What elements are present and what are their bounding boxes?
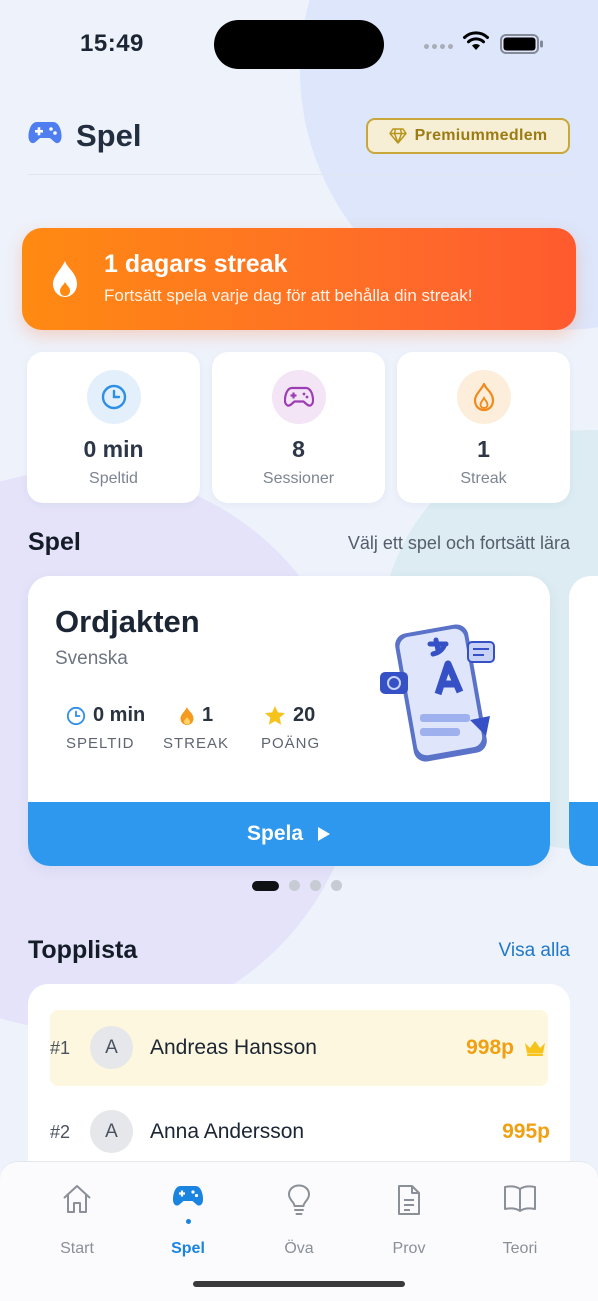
game-stat-points: 20 POÄNG: [261, 704, 320, 752]
page-title: Spel: [76, 118, 142, 153]
game-stat-value: 20: [293, 704, 316, 726]
pager-dot-active[interactable]: [252, 880, 279, 891]
pager-dot[interactable]: [289, 880, 300, 891]
leaderboard-name: Anna Andersson: [150, 1120, 305, 1143]
crown-icon: [525, 1041, 545, 1056]
leaderboard-points: 998p: [466, 1036, 514, 1059]
active-indicator: [186, 1219, 191, 1224]
tab-teori[interactable]: Teori: [475, 1184, 565, 1258]
flame-icon: [180, 706, 194, 725]
stat-value: 0 min: [83, 436, 144, 462]
pager-dot[interactable]: [331, 880, 342, 891]
gamepad-icon: [272, 370, 326, 424]
game-stat-value: 1: [202, 704, 214, 726]
leaderboard-row[interactable]: #2 A Anna Andersson 995p: [50, 1094, 550, 1170]
clock-icon: [66, 706, 86, 725]
signal-icon: [424, 44, 454, 50]
stat-label: Streak: [460, 470, 507, 487]
game-stat-label: SPELTID: [66, 735, 135, 752]
wifi-icon: [463, 31, 489, 50]
flame-icon: [53, 261, 77, 297]
gamepad-icon: [172, 1186, 204, 1206]
leaderboard-title: Topplista: [28, 936, 138, 964]
tab-label: Teori: [502, 1240, 538, 1257]
stat-card-streak: 1 Streak: [397, 352, 570, 503]
clock-icon: [87, 370, 141, 424]
status-bar: 15:49: [0, 0, 598, 90]
star-icon: [265, 706, 285, 725]
play-button[interactable]: Spela: [28, 802, 550, 866]
diamond-icon: [388, 128, 407, 144]
stat-value: 1: [477, 436, 490, 462]
home-indicator: [193, 1281, 405, 1287]
avatar: A: [90, 1026, 133, 1069]
game-stat-playtime: 0 min SPELTID: [66, 704, 145, 752]
pager-dot[interactable]: [310, 880, 321, 891]
stat-label: Sessioner: [262, 470, 335, 487]
view-all-link[interactable]: Visa alla: [499, 940, 570, 962]
book-icon: [504, 1185, 536, 1212]
streak-banner: 1 dagars streak Fortsätt spela varje dag…: [22, 228, 576, 330]
game-card[interactable]: Ordjakten Svenska 0 min SPELTID 1 STREAK…: [28, 576, 550, 866]
game-stat-value: 0 min: [93, 704, 146, 726]
tab-label: Prov: [392, 1240, 426, 1257]
gamepad-icon: [28, 122, 62, 144]
premium-label: Premiummedlem: [414, 127, 548, 144]
leaderboard-rank: #1: [50, 1038, 71, 1058]
stat-card-playtime: 0 min Speltid: [27, 352, 200, 503]
avatar: A: [90, 1110, 133, 1153]
tab-spel[interactable]: Spel: [143, 1184, 233, 1258]
game-stat-label: POÄNG: [261, 735, 321, 752]
games-section-title: Spel: [28, 528, 81, 556]
premium-badge[interactable]: Premiummedlem: [366, 118, 570, 154]
page-header: Spel Premiummedlem: [28, 110, 572, 175]
tab-ova[interactable]: Öva: [254, 1184, 344, 1258]
tab-start[interactable]: Start: [32, 1184, 122, 1258]
tab-label: Start: [60, 1240, 94, 1257]
game-stat-streak: 1 STREAK: [163, 704, 229, 752]
lightbulb-icon: [288, 1184, 310, 1215]
games-section-subtitle: Välj ett spel och fortsätt lära: [347, 533, 570, 553]
streak-subtitle: Fortsätt spela varje dag för att behålla…: [104, 286, 473, 305]
carousel-pager: [252, 880, 342, 891]
tab-label: Öva: [284, 1240, 314, 1257]
battery-icon: [500, 34, 543, 54]
leaderboard-name: Andreas Hansson: [150, 1036, 317, 1059]
game-title: Ordjakten: [55, 604, 200, 639]
dynamic-island: [214, 20, 384, 69]
leaderboard-rank: #2: [50, 1122, 71, 1142]
play-label: Spela: [246, 822, 304, 845]
flame-icon: [457, 370, 511, 424]
home-icon: [63, 1185, 91, 1213]
tab-label: Spel: [171, 1240, 205, 1257]
stat-card-sessions: 8 Sessioner: [212, 352, 385, 503]
translation-illustration: [380, 624, 495, 762]
play-icon: [318, 827, 331, 841]
tab-prov[interactable]: Prov: [364, 1184, 454, 1258]
leaderboard-points: 995p: [502, 1120, 550, 1143]
game-stat-label: STREAK: [163, 735, 230, 752]
leaderboard-row[interactable]: #1 A Andreas Hansson 998p: [50, 1010, 548, 1086]
game-language: Svenska: [55, 648, 128, 669]
next-game-card[interactable]: [569, 576, 598, 866]
document-icon: [398, 1185, 420, 1215]
status-time: 15:49: [80, 30, 144, 57]
tab-bar: Start Spel Öva Prov Teori: [0, 1161, 598, 1301]
stat-value: 8: [292, 436, 305, 462]
streak-title: 1 dagars streak: [104, 250, 288, 278]
stat-label: Speltid: [89, 470, 138, 487]
